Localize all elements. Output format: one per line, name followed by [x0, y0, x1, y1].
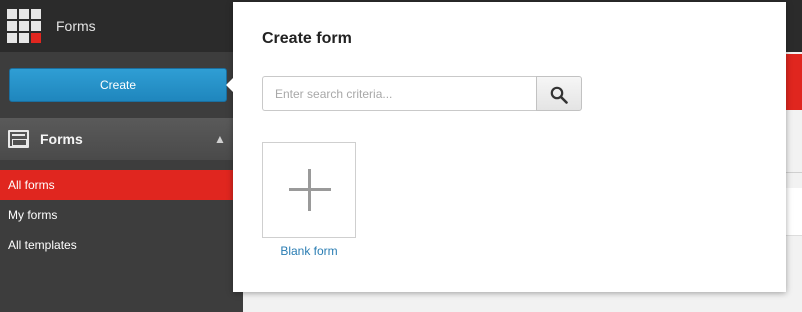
- plus-icon: [289, 169, 331, 211]
- forms-section-header[interactable]: Forms ▲: [0, 118, 243, 160]
- search-button[interactable]: [536, 76, 582, 111]
- sidebar-item-all-templates[interactable]: All templates: [0, 230, 243, 260]
- app-launcher-icon[interactable]: [7, 9, 41, 43]
- app-title: Forms: [56, 18, 96, 34]
- create-form-popup: Create form Blank form: [233, 2, 786, 292]
- search-input[interactable]: [262, 76, 537, 111]
- background-divider: [784, 172, 802, 173]
- blank-form-tile[interactable]: [262, 142, 356, 238]
- blank-form-label[interactable]: Blank form: [262, 244, 356, 258]
- sidebar-item-my-forms[interactable]: My forms: [0, 200, 243, 230]
- sidebar: Create Forms ▲ All forms My forms All te…: [0, 52, 243, 312]
- popup-title: Create form: [262, 30, 352, 47]
- forms-icon: [8, 130, 29, 148]
- sidebar-item-all-forms[interactable]: All forms: [0, 170, 243, 200]
- background-panel: [784, 188, 802, 236]
- popup-pointer: [226, 78, 233, 92]
- section-title: Forms: [40, 131, 83, 147]
- chevron-up-icon[interactable]: ▲: [214, 132, 226, 146]
- search-icon: [550, 86, 568, 104]
- create-button[interactable]: Create: [9, 68, 227, 102]
